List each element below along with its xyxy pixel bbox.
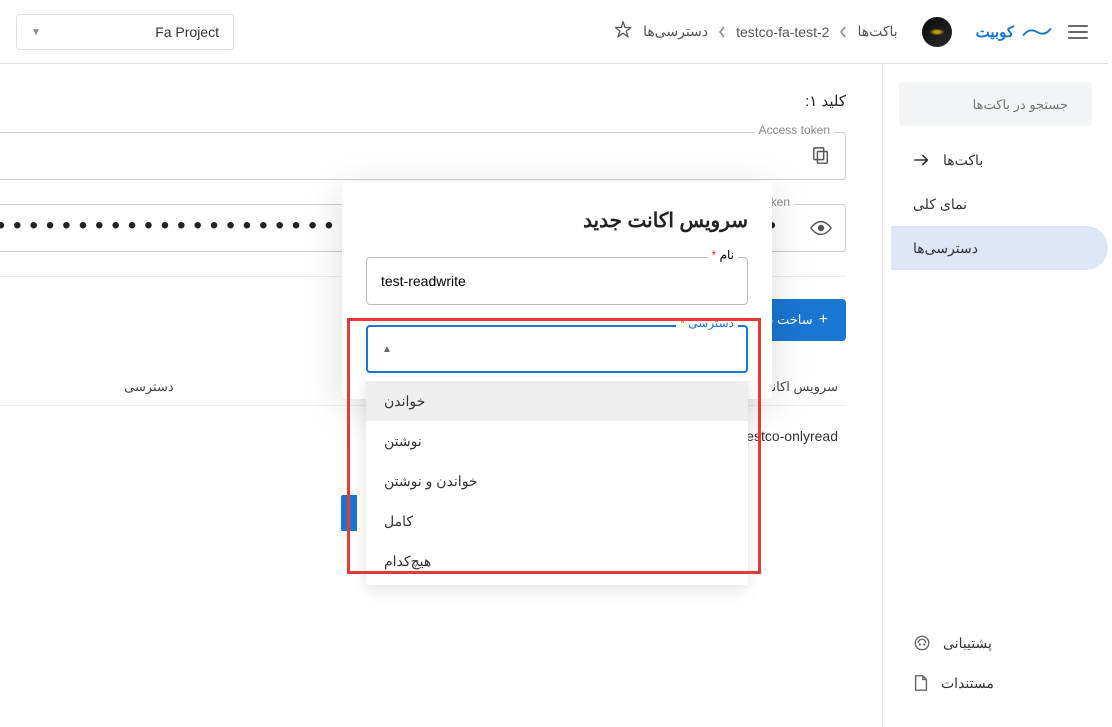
eye-button[interactable] bbox=[801, 204, 849, 252]
modal-action-strip bbox=[345, 495, 361, 531]
col-access: دسترسی bbox=[0, 379, 383, 395]
access-dropdown: دسترسی * ▲ خواندن نوشتن خواندن و نوشتن ک… bbox=[370, 325, 752, 373]
chevron-left-icon bbox=[722, 25, 730, 39]
dropdown-menu: خواندن نوشتن خواندن و نوشتن کامل هیچ‌کدا… bbox=[370, 377, 752, 585]
access-token-value: HSNYBST24B1JR0L629CE bbox=[0, 148, 801, 164]
dropdown-option-none[interactable]: هیچ‌کدام bbox=[370, 541, 752, 581]
plus-icon: + bbox=[823, 311, 832, 329]
modal-title: سرویس اکانت جدید bbox=[370, 208, 752, 233]
sidebar-item-support[interactable]: پشتیبانی bbox=[895, 623, 1112, 663]
sidebar-item-label: مستندات bbox=[945, 675, 998, 692]
wave-icon bbox=[1026, 24, 1056, 40]
sidebar-item-label: پشتیبانی bbox=[947, 635, 996, 652]
key-title: کلید ۱: bbox=[0, 92, 850, 110]
access-label: دسترسی * bbox=[680, 316, 742, 330]
dropdown-option-write[interactable]: نوشتن bbox=[370, 421, 752, 461]
search-input[interactable] bbox=[896, 97, 1072, 112]
star-icon[interactable] bbox=[617, 20, 637, 43]
sidebar-item-buckets[interactable]: باکت‌ها bbox=[895, 138, 1112, 182]
access-token-label: Access token bbox=[759, 123, 838, 137]
name-field: نام * bbox=[370, 257, 752, 305]
access-token-field: Access token HSNYBST24B1JR0L629CE bbox=[0, 132, 850, 180]
sidebar: باکت‌ها نمای کلی دسترسی‌ها پشتیبانی مستن… bbox=[886, 64, 1112, 727]
breadcrumb-current: دسترسی‌ها bbox=[647, 23, 712, 40]
new-service-account-modal: سرویس اکانت جدید نام * دسترسی * ▲ خواندن… bbox=[346, 182, 776, 399]
sidebar-item-access[interactable]: دسترسی‌ها bbox=[895, 226, 1112, 270]
sidebar-item-label: باکت‌ها bbox=[947, 152, 987, 169]
menu-icon[interactable] bbox=[1072, 25, 1092, 39]
arrow-right-icon bbox=[917, 153, 935, 167]
chevron-left-icon bbox=[843, 25, 851, 39]
sidebar-item-label: دسترسی‌ها bbox=[917, 240, 982, 257]
cell-access: tes bbox=[0, 428, 383, 444]
breadcrumb-root[interactable]: باکت‌ها bbox=[861, 23, 901, 40]
sidebar-item-overview[interactable]: نمای کلی bbox=[895, 182, 1112, 226]
copy-button[interactable] bbox=[801, 132, 849, 180]
sidebar-search[interactable] bbox=[903, 82, 1096, 126]
avatar[interactable] bbox=[926, 17, 956, 47]
name-input[interactable] bbox=[370, 257, 752, 305]
access-select[interactable]: ▲ bbox=[370, 325, 752, 373]
breadcrumb: باکت‌ها testco-fa-test-2 دسترسی‌ها bbox=[617, 20, 902, 43]
brand-name: کوبیت bbox=[980, 23, 1018, 41]
dropdown-option-read[interactable]: خواندن bbox=[370, 381, 752, 421]
topbar: کوبیت باکت‌ها testco-fa-test-2 دسترسی‌ها… bbox=[0, 0, 1112, 64]
project-selector[interactable]: ▼ Fa Project bbox=[20, 14, 238, 50]
support-icon bbox=[917, 634, 935, 652]
project-name: Fa Project bbox=[159, 24, 223, 40]
name-label: نام * bbox=[712, 248, 742, 262]
dropdown-option-full[interactable]: کامل bbox=[370, 501, 752, 541]
caret-down-icon: ▼ bbox=[35, 27, 45, 38]
caret-up-icon: ▲ bbox=[386, 344, 396, 355]
breadcrumb-bucket[interactable]: testco-fa-test-2 bbox=[740, 24, 833, 40]
document-icon bbox=[917, 674, 933, 692]
dropdown-option-readwrite[interactable]: خواندن و نوشتن bbox=[370, 461, 752, 501]
sidebar-item-docs[interactable]: مستندات bbox=[895, 663, 1112, 703]
sidebar-item-label: نمای کلی bbox=[917, 196, 971, 213]
logo[interactable]: کوبیت bbox=[980, 23, 1056, 41]
